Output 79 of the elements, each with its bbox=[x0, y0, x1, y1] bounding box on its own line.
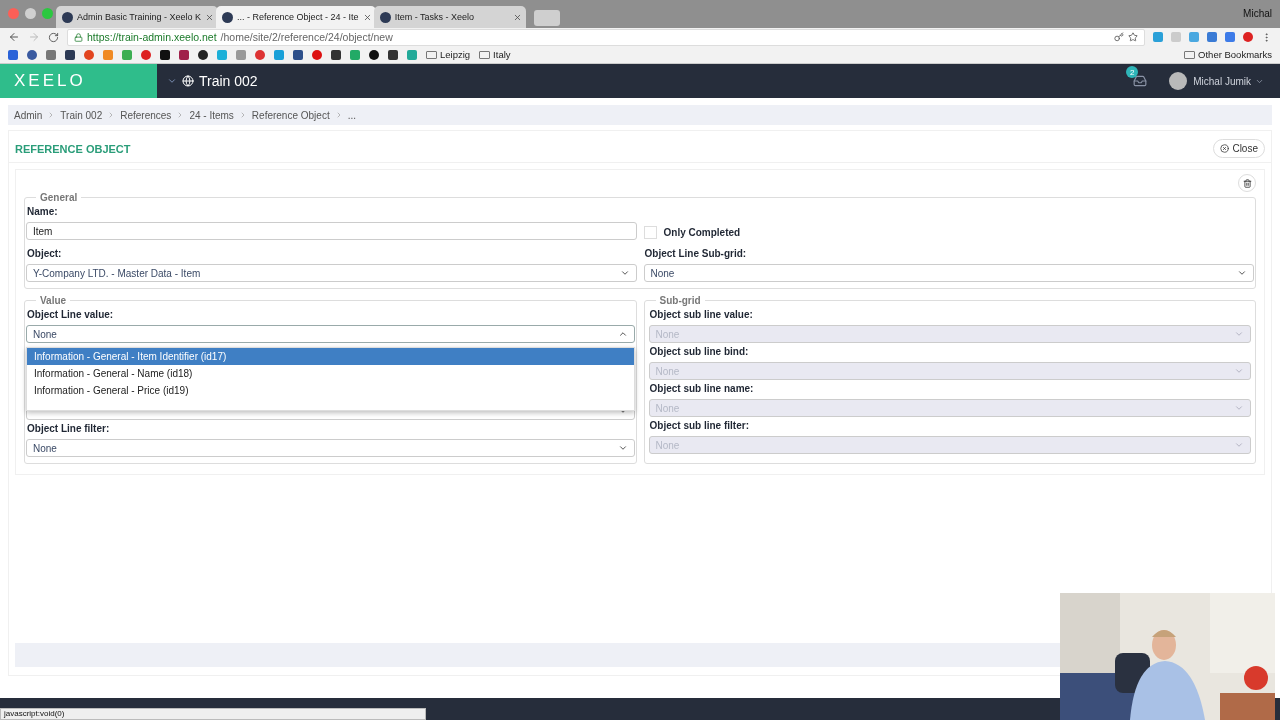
page-title: REFERENCE OBJECT bbox=[15, 142, 131, 155]
bookmark-icon[interactable] bbox=[331, 49, 341, 60]
window-minimize-button[interactable] bbox=[25, 8, 36, 19]
section-legend: Value bbox=[36, 295, 71, 306]
chevron-down-icon bbox=[1234, 403, 1244, 413]
browser-tab[interactable]: Admin Basic Training - Xeelo K bbox=[56, 6, 219, 28]
field-label: Object sub line value: bbox=[649, 309, 754, 320]
favicon-icon bbox=[379, 11, 391, 23]
section-legend: General bbox=[36, 192, 82, 203]
close-button[interactable]: Close bbox=[1213, 139, 1265, 158]
field-label: Object Line value: bbox=[27, 309, 115, 320]
browser-tab[interactable]: ... - Reference Object - 24 - Ite bbox=[216, 6, 376, 28]
dropdown-option[interactable]: Information - General - Price (id19) bbox=[27, 382, 634, 399]
close-icon[interactable] bbox=[362, 12, 372, 22]
bookmark-icon[interactable] bbox=[388, 49, 398, 60]
bookmark-folder[interactable]: Leipzig bbox=[426, 49, 471, 60]
field-label: Name: bbox=[27, 206, 59, 217]
status-bar: javascript:void(0) bbox=[0, 708, 426, 720]
bookmark-icon[interactable] bbox=[179, 49, 189, 60]
bookmark-icon[interactable] bbox=[65, 49, 75, 60]
dropdown-option[interactable]: Information - General - Name (id18) bbox=[27, 365, 634, 382]
bookmark-icon[interactable] bbox=[369, 49, 379, 60]
chevron-down-icon[interactable] bbox=[167, 76, 177, 86]
favicon-icon bbox=[62, 11, 73, 23]
key-icon[interactable] bbox=[1114, 32, 1124, 42]
field-label: Object Line Sub-grid: bbox=[644, 248, 748, 259]
bookmark-folder[interactable]: Other Bookmarks bbox=[1184, 49, 1272, 60]
select-field[interactable]: None bbox=[643, 264, 1254, 282]
field-label: Object sub line name: bbox=[649, 383, 755, 394]
bookmark-icon[interactable] bbox=[160, 49, 170, 60]
breadcrumb-link[interactable]: References bbox=[120, 109, 172, 121]
bookmark-icon[interactable] bbox=[198, 49, 208, 60]
chevron-down-icon bbox=[1234, 366, 1244, 376]
close-icon bbox=[1220, 144, 1230, 153]
chevron-down-icon bbox=[1237, 268, 1247, 278]
inbox-icon[interactable] bbox=[1133, 74, 1148, 88]
select-field[interactable]: None bbox=[26, 439, 635, 457]
name-field[interactable]: Item bbox=[26, 222, 637, 240]
close-icon[interactable] bbox=[205, 12, 215, 22]
section-legend: Sub-grid bbox=[655, 295, 705, 306]
field-label: Object: bbox=[27, 248, 63, 259]
site-name[interactable]: Train 002 bbox=[199, 73, 258, 89]
breadcrumb-link[interactable]: Admin bbox=[14, 109, 43, 121]
notification-badge: 2 bbox=[1126, 66, 1139, 78]
field-label: Object sub line bind: bbox=[649, 346, 750, 357]
new-tab-button[interactable] bbox=[533, 10, 560, 26]
chevron-down-icon bbox=[617, 443, 628, 453]
browser-tab[interactable]: Item - Tasks - Xeelo bbox=[373, 6, 526, 28]
breadcrumb-link[interactable]: 24 - Items bbox=[189, 109, 234, 121]
lock-icon bbox=[74, 32, 83, 42]
globe-icon bbox=[182, 75, 194, 87]
checkbox-label: Only Completed bbox=[663, 226, 741, 238]
bookmark-folder[interactable]: Italy bbox=[479, 49, 511, 60]
back-icon[interactable] bbox=[8, 31, 20, 43]
trash-icon bbox=[1242, 178, 1252, 188]
chevron-down-icon bbox=[1234, 329, 1244, 339]
reload-icon[interactable] bbox=[48, 31, 59, 43]
select-field[interactable]: None bbox=[26, 325, 635, 343]
bookmark-icon[interactable] bbox=[293, 49, 303, 60]
select-field[interactable]: Y-Company LTD. - Master Data - Item bbox=[26, 264, 637, 282]
chevron-up-icon bbox=[617, 329, 628, 339]
breadcrumb-link[interactable]: ... bbox=[347, 109, 356, 121]
checkbox[interactable] bbox=[643, 225, 657, 239]
close-icon[interactable] bbox=[512, 12, 522, 22]
address-field[interactable]: https://train-admin.xeelo.net /home/site/2/reference/24/object/new bbox=[67, 28, 1145, 46]
field-label: Object sub line filter: bbox=[649, 420, 750, 431]
chevron-down-icon bbox=[619, 268, 630, 278]
dropdown-option[interactable]: Information - General - Item Identifier (id17) bbox=[27, 348, 634, 365]
profile-name[interactable]: Michal bbox=[1243, 8, 1272, 19]
delete-button[interactable] bbox=[1238, 174, 1256, 192]
field-label: Object Line filter: bbox=[27, 423, 111, 434]
user-name[interactable]: Michal Jumik bbox=[1193, 75, 1251, 87]
bookmark-icon[interactable] bbox=[27, 49, 37, 60]
favicon-icon bbox=[222, 11, 234, 23]
breadcrumb-link[interactable]: Reference Object bbox=[251, 109, 330, 121]
star-icon[interactable] bbox=[1128, 32, 1138, 42]
chevron-down-icon bbox=[1234, 440, 1244, 450]
breadcrumb-link[interactable]: Train 002 bbox=[60, 109, 103, 121]
avatar[interactable] bbox=[1169, 72, 1188, 90]
